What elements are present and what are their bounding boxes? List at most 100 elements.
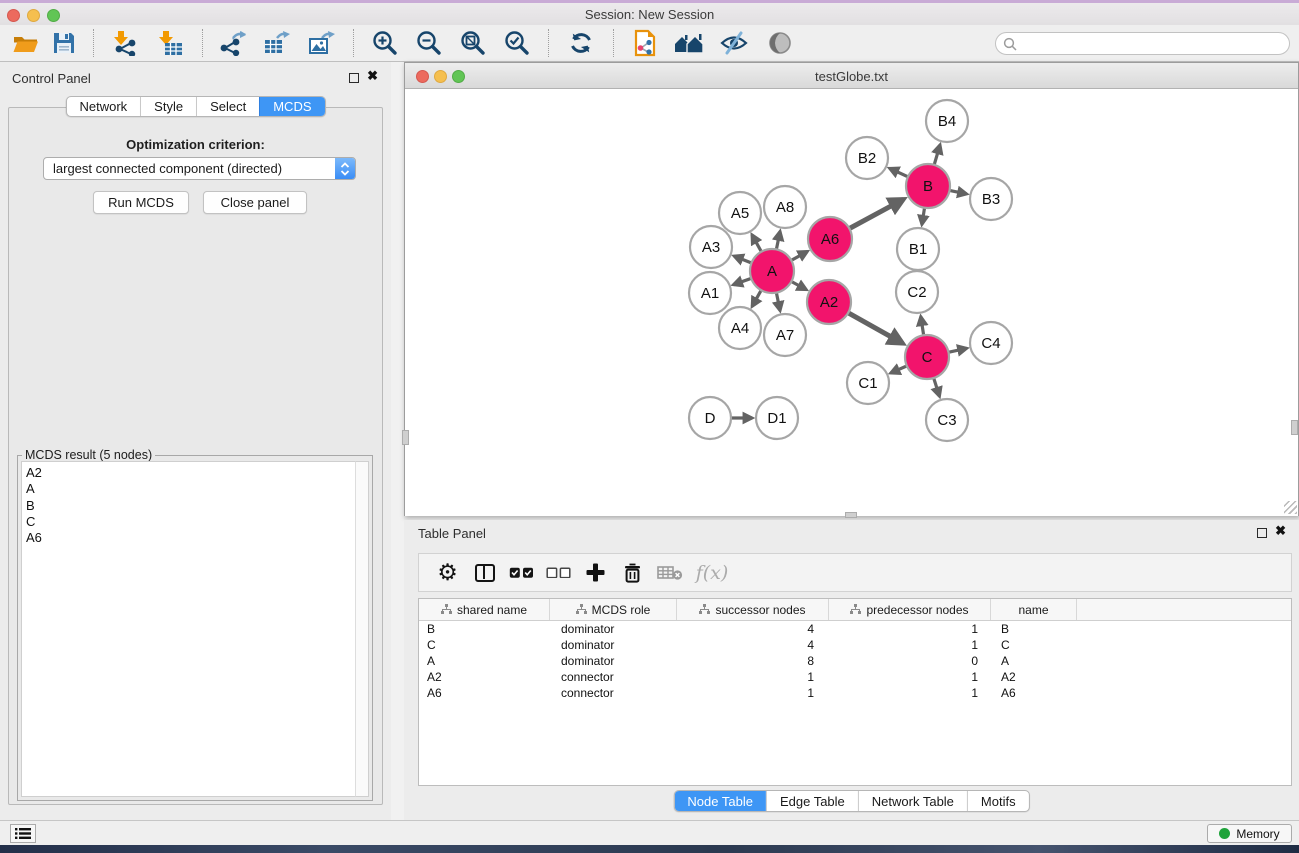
mcds-result-item-C[interactable]: C — [26, 514, 355, 530]
table-float-panel-icon[interactable] — [1257, 528, 1267, 538]
tab-mcds[interactable]: MCDS — [259, 97, 324, 116]
save-floppy-icon — [52, 31, 76, 55]
node-label-A7: A7 — [776, 327, 794, 344]
zoom-selected-button[interactable] — [495, 27, 539, 59]
hide-graphics-details-button[interactable] — [711, 27, 757, 59]
task-history-button[interactable] — [10, 824, 36, 843]
right-splitter-handle[interactable] — [1291, 420, 1298, 435]
column-header-name[interactable]: name — [991, 599, 1077, 620]
mcds-result-item-A2[interactable]: A2 — [26, 465, 355, 481]
tab-edge-table[interactable]: Edge Table — [766, 791, 858, 811]
table-settings-button[interactable]: ⚙ — [429, 558, 466, 588]
export-image-button[interactable] — [300, 27, 344, 59]
deselect-all-button[interactable] — [540, 558, 577, 588]
mcds-result-legend: MCDS result (5 nodes) — [22, 448, 155, 462]
search-field — [995, 32, 1290, 55]
table-row-C[interactable]: Cdominator41C — [419, 637, 1291, 653]
column-header-successor-nodes[interactable]: successor nodes — [677, 599, 829, 620]
search-icon — [1003, 37, 1017, 51]
table-row-A[interactable]: Adominator80A — [419, 653, 1291, 669]
tab-network[interactable]: Network — [66, 97, 140, 116]
node-label-B3: B3 — [982, 191, 1000, 208]
column-header-predecessor-nodes[interactable]: predecessor nodes — [829, 599, 991, 620]
left-splitter-handle[interactable] — [402, 430, 409, 445]
delete-table-button[interactable] — [651, 558, 688, 588]
save-session-button[interactable] — [44, 27, 84, 59]
refresh-view-button[interactable] — [558, 27, 604, 59]
horizontal-splitter-handle[interactable] — [845, 512, 857, 518]
optimization-criterion-label: Optimization criterion: — [9, 137, 382, 152]
mcds-result-item-A[interactable]: A — [26, 481, 355, 497]
tab-motifs[interactable]: Motifs — [967, 791, 1029, 811]
table-cell: A6 — [991, 685, 1077, 701]
import-table-button[interactable] — [147, 27, 193, 59]
node-label-C4: C4 — [981, 335, 1000, 352]
status-bar: Memory — [0, 820, 1299, 845]
node-label-B2: B2 — [858, 150, 876, 167]
table-row-A2[interactable]: A2connector11A2 — [419, 669, 1291, 685]
network-canvas[interactable]: B4B2BB3A8A5A6A3B1AC2A1A2A4A7C4CC1DD1C3 — [405, 90, 1298, 516]
node-label-B4: B4 — [938, 113, 956, 130]
table-row-B[interactable]: Bdominator41B — [419, 621, 1291, 637]
export-table-button[interactable] — [254, 27, 300, 59]
app-titlebar: Session: New Session — [0, 3, 1299, 25]
table-cell: A2 — [991, 669, 1077, 685]
search-input[interactable] — [1017, 37, 1272, 51]
houses-icon — [674, 30, 704, 56]
table-cell-filler — [1077, 669, 1291, 685]
close-panel-button[interactable]: Close panel — [203, 191, 307, 214]
eye-icon — [767, 30, 793, 56]
zoom-in-icon — [372, 30, 398, 56]
memory-label: Memory — [1236, 827, 1279, 841]
control-panel: Control Panel ✖ NetworkStyleSelectMCDS O… — [0, 62, 391, 820]
mcds-result-item-A6[interactable]: A6 — [26, 530, 355, 546]
table-cell-filler — [1077, 685, 1291, 701]
first-neighbors-button[interactable] — [667, 27, 711, 59]
float-panel-icon[interactable] — [349, 73, 359, 83]
zoom-selected-icon — [504, 30, 530, 56]
column-header-shared-name[interactable]: shared name — [419, 599, 550, 620]
table-cell: A — [419, 653, 550, 669]
column-header-mcds-role[interactable]: MCDS role — [550, 599, 677, 620]
export-table-icon — [263, 30, 291, 56]
mcds-result-item-B[interactable]: B — [26, 498, 355, 514]
import-network-button[interactable] — [103, 27, 147, 59]
add-column-button[interactable] — [577, 558, 614, 588]
show-columns-button[interactable] — [466, 558, 503, 588]
checked-boxes-icon — [509, 567, 534, 578]
columns-icon — [475, 564, 495, 582]
zoom-fit-button[interactable] — [451, 27, 495, 59]
close-panel-icon[interactable]: ✖ — [367, 68, 378, 84]
birds-eye-view-button[interactable] — [757, 27, 803, 59]
toolbar-separator — [202, 29, 203, 57]
tab-style[interactable]: Style — [140, 97, 196, 116]
attribute-tree-icon — [699, 604, 710, 615]
delete-table-icon — [657, 565, 683, 581]
gear-icon: ⚙ — [437, 561, 458, 584]
window-resize-grip[interactable] — [1284, 501, 1297, 514]
criterion-dropdown[interactable]: largest connected component (directed) — [43, 157, 356, 180]
export-network-button[interactable] — [212, 27, 254, 59]
tab-network-table[interactable]: Network Table — [858, 791, 967, 811]
table-cell: 4 — [677, 621, 829, 637]
table-panel: Table Panel ✖ ⚙ — [404, 520, 1299, 820]
table-row-A6[interactable]: A6connector11A6 — [419, 685, 1291, 701]
delete-columns-button[interactable] — [614, 558, 651, 588]
function-builder-button[interactable]: f(x) — [688, 558, 736, 588]
control-panel-title: Control Panel — [12, 71, 91, 86]
table-close-panel-icon[interactable]: ✖ — [1275, 523, 1286, 539]
tab-node-table[interactable]: Node Table — [674, 791, 766, 811]
run-mcds-button[interactable]: Run MCDS — [93, 191, 189, 214]
toolbar-separator — [93, 29, 94, 57]
open-session-button[interactable] — [6, 27, 44, 59]
toolbar-separator — [613, 29, 614, 57]
select-all-button[interactable] — [503, 558, 540, 588]
tab-select[interactable]: Select — [196, 97, 259, 116]
node-label-B: B — [923, 178, 933, 195]
network-from-document-button[interactable] — [623, 27, 667, 59]
memory-button[interactable]: Memory — [1207, 824, 1292, 843]
memory-status-icon — [1219, 828, 1230, 839]
zoom-in-button[interactable] — [363, 27, 407, 59]
zoom-out-button[interactable] — [407, 27, 451, 59]
mcds-result-scrollbar[interactable] — [355, 461, 369, 797]
